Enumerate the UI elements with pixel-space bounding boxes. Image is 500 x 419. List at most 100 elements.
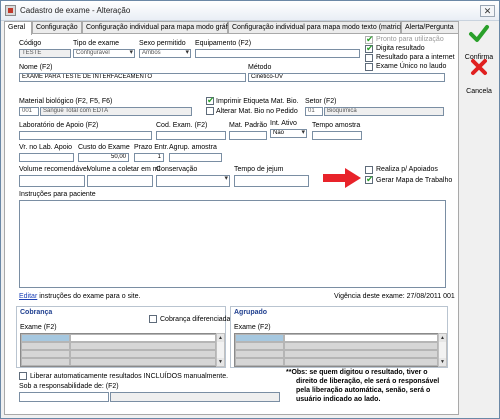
cobranca-grid[interactable] bbox=[20, 333, 216, 367]
imprimir-etiqueta-checkbox[interactable] bbox=[206, 95, 215, 106]
digita-resultado-label: Digita resultado bbox=[376, 45, 425, 52]
tempo-jejum-label: Tempo de jejum bbox=[234, 166, 284, 173]
digita-resultado-checkbox[interactable] bbox=[365, 43, 374, 54]
tempo-amostra-field[interactable] bbox=[312, 131, 362, 140]
tempo-amostra-label: Tempo amostra bbox=[312, 122, 361, 129]
grid-cell[interactable] bbox=[235, 350, 284, 358]
arrow-right-icon bbox=[323, 168, 361, 188]
resultado-internet-label: Resultado para a internet bbox=[376, 54, 455, 61]
tab-geral[interactable]: Geral bbox=[4, 21, 32, 35]
grid-cell[interactable] bbox=[70, 342, 216, 350]
cod-exam-field[interactable] bbox=[156, 131, 226, 140]
nome-field[interactable]: EXAME PARA TESTE DE INTERFACEAMENTO bbox=[19, 73, 246, 82]
equipamento-label: Equipamento (F2) bbox=[195, 40, 252, 47]
grid-cell[interactable] bbox=[235, 342, 284, 350]
cancel-label: Cancela bbox=[466, 88, 492, 95]
cobranca-exame-label: Exame (F2) bbox=[20, 324, 57, 331]
tipo-exame-select[interactable]: Configurável bbox=[73, 49, 135, 58]
agrupado-scrollbar[interactable]: ▲ ▼ bbox=[438, 333, 447, 367]
liberar-auto-label: Liberar automaticamente resultados INCLU… bbox=[30, 373, 229, 380]
codigo-field[interactable]: TESTE bbox=[19, 49, 71, 58]
title-bar: Cadastro de exame - Alteração ✕ bbox=[1, 1, 499, 21]
cancel-button[interactable]: Cancela bbox=[460, 57, 498, 95]
responsabilidade-name-field bbox=[110, 392, 280, 402]
editar-suffix: instruções do exame para o site. bbox=[37, 293, 141, 300]
obs-line: **Obs: se quem digitou o resultado, tive… bbox=[286, 369, 428, 376]
setor-name-field: Bioquímica bbox=[324, 107, 444, 116]
window-title: Cadastro de exame - Alteração bbox=[20, 6, 131, 15]
material-code-field[interactable]: 001 bbox=[19, 107, 39, 116]
gerar-mapa-checkbox[interactable] bbox=[365, 174, 374, 185]
metodo-label: Método bbox=[248, 64, 272, 71]
tipo-exame-label: Tipo de exame bbox=[73, 40, 120, 47]
confirm-button[interactable]: Confirma bbox=[460, 23, 498, 61]
grid-cell[interactable] bbox=[21, 350, 70, 358]
cobranca-scrollbar[interactable]: ▲ ▼ bbox=[216, 333, 225, 367]
grid-cell[interactable] bbox=[21, 342, 70, 350]
conservacao-select[interactable] bbox=[156, 175, 230, 187]
metodo-field[interactable]: Cinético-UV bbox=[248, 73, 445, 82]
int-ativo-select[interactable]: Não bbox=[270, 129, 307, 138]
volume-coletar-label: Volume a coletar em ml bbox=[87, 166, 161, 173]
cobranca-group: Cobrança Cobrança diferenciada Exame (F2… bbox=[16, 306, 230, 368]
agrupado-group: Agrupado Exame (F2) ▲ ▼ bbox=[230, 306, 448, 368]
vr-lab-apoio-field[interactable] bbox=[19, 153, 74, 162]
custo-exame-label: Custo do Exame bbox=[78, 144, 130, 151]
conservacao-label: Conservação bbox=[156, 166, 198, 173]
alterar-mat-checkbox[interactable] bbox=[206, 107, 214, 115]
grid-cell[interactable] bbox=[284, 358, 438, 366]
grid-cell[interactable] bbox=[21, 334, 70, 342]
instrucoes-textarea[interactable] bbox=[19, 200, 446, 288]
scroll-down-icon[interactable]: ▼ bbox=[439, 358, 446, 366]
mat-padrao-label: Mat. Padrão bbox=[229, 122, 268, 129]
codigo-label: Código bbox=[19, 40, 42, 47]
agrupado-grid[interactable] bbox=[234, 333, 438, 367]
close-window-button[interactable]: ✕ bbox=[480, 5, 495, 17]
grid-cell[interactable] bbox=[284, 350, 438, 358]
realiza-apoiados-label: Realiza p/ Apoiados bbox=[376, 166, 438, 173]
exame-unico-label: Exame Único no laudo bbox=[376, 63, 447, 70]
responsabilidade-label: Sob a responsabilidade de: (F2) bbox=[19, 383, 119, 390]
cobranca-diferenciada-checkbox[interactable] bbox=[149, 315, 157, 323]
alterar-mat-label: Alterar Mat. Bio no Pedido bbox=[216, 108, 298, 115]
pronto-uso-label: Pronto para utilização bbox=[376, 36, 444, 43]
scroll-up-icon[interactable]: ▲ bbox=[217, 334, 224, 342]
editar-instrucoes-text: Editar instruções do exame para o site. bbox=[19, 293, 140, 300]
grid-cell[interactable] bbox=[21, 358, 70, 366]
realiza-apoiados-checkbox[interactable] bbox=[365, 166, 373, 174]
liberar-auto-checkbox[interactable] bbox=[19, 372, 27, 380]
material-name-field: Sangue Total com EDTA bbox=[40, 107, 192, 116]
grid-cell[interactable] bbox=[70, 358, 216, 366]
grid-cell[interactable] bbox=[70, 334, 216, 342]
resultado-internet-checkbox[interactable] bbox=[365, 54, 373, 62]
agrup-amostra-label: Agrup. amostra bbox=[169, 144, 217, 151]
custo-exame-field[interactable]: 50,00 bbox=[78, 153, 129, 162]
cod-exam-label: Cod. Exam. (F2) bbox=[156, 122, 208, 129]
grid-cell[interactable] bbox=[70, 350, 216, 358]
volume-recomendavel-label: Volume recomendável bbox=[19, 166, 89, 173]
sexo-select[interactable]: Ambos bbox=[139, 49, 191, 58]
volume-recomendavel-field[interactable] bbox=[19, 175, 85, 187]
agrup-amostra-field[interactable] bbox=[169, 153, 222, 162]
obs-line: pela liberação automática, senão, será o bbox=[296, 387, 431, 394]
volume-coletar-field[interactable] bbox=[87, 175, 153, 187]
editar-link[interactable]: Editar bbox=[19, 293, 37, 300]
exame-unico-checkbox[interactable] bbox=[365, 63, 373, 71]
grid-cell[interactable] bbox=[235, 358, 284, 366]
equipamento-field[interactable] bbox=[195, 49, 360, 58]
setor-code-field[interactable]: 01 bbox=[305, 107, 323, 116]
obs-line: direito de liberação, ele será o respons… bbox=[296, 378, 440, 385]
mat-padrao-field[interactable] bbox=[229, 131, 267, 140]
int-ativo-label: Int. Ativo bbox=[270, 120, 297, 127]
responsabilidade-code-field[interactable] bbox=[19, 392, 109, 402]
grid-cell[interactable] bbox=[284, 334, 438, 342]
scroll-down-icon[interactable]: ▼ bbox=[217, 358, 224, 366]
prazo-entr-field[interactable]: 1 bbox=[134, 153, 164, 162]
gerar-mapa-label: Gerar Mapa de Trabalho bbox=[376, 177, 453, 184]
tempo-jejum-field[interactable] bbox=[234, 175, 309, 187]
scroll-up-icon[interactable]: ▲ bbox=[439, 334, 446, 342]
grid-cell[interactable] bbox=[284, 342, 438, 350]
lab-apoio-field[interactable] bbox=[19, 131, 152, 140]
grid-cell[interactable] bbox=[235, 334, 284, 342]
vr-lab-apoio-label: Vr. no Lab. Apoio bbox=[19, 144, 73, 151]
